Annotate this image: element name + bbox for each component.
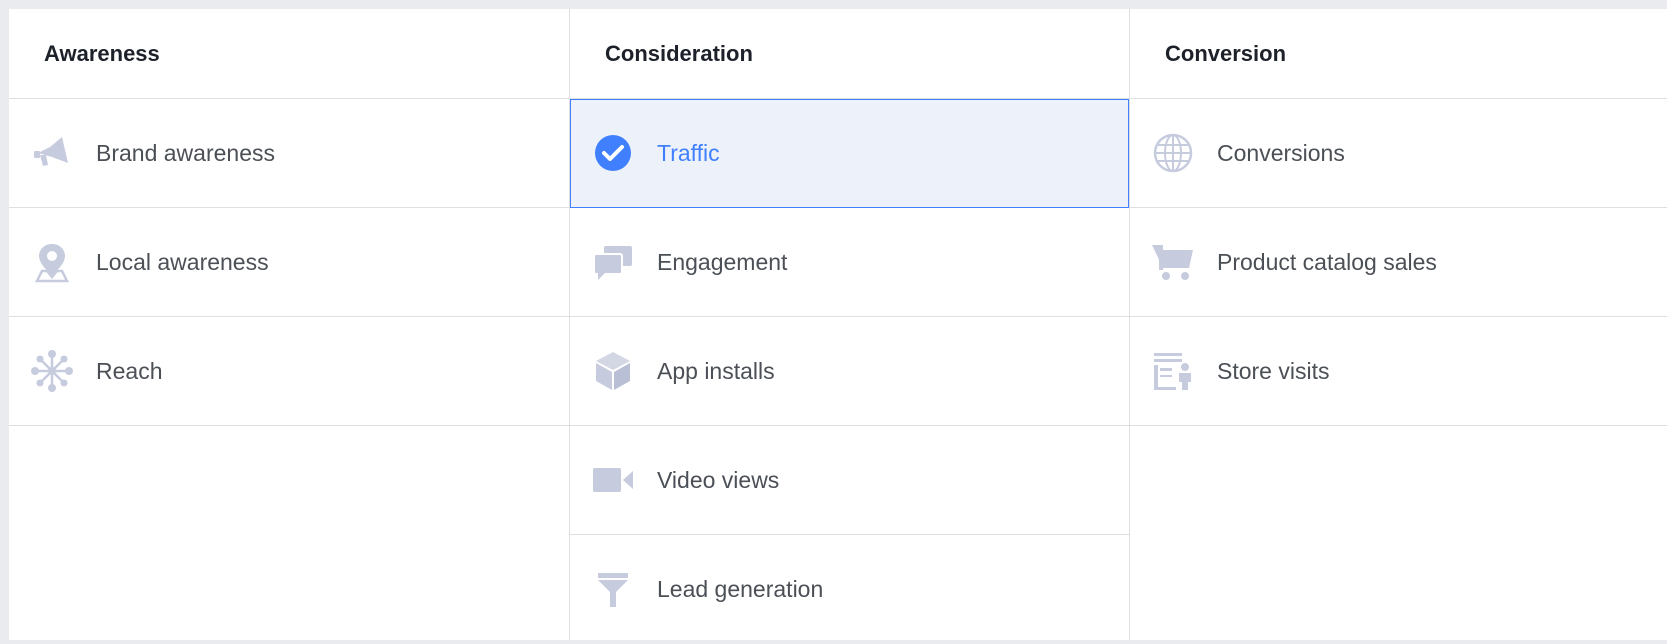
video-camera-icon xyxy=(591,458,635,502)
objective-label: Video views xyxy=(657,466,780,493)
objective-video-views[interactable]: Video views xyxy=(570,426,1129,535)
objective-label: Product catalog sales xyxy=(1217,248,1437,275)
column-conversion: Conversion Conversions Product catalog s… xyxy=(1130,9,1667,640)
funnel-icon xyxy=(591,568,635,612)
objective-label: Conversions xyxy=(1217,139,1345,166)
globe-icon xyxy=(1151,131,1195,175)
objective-local-awareness[interactable]: Local awareness xyxy=(9,208,569,317)
shopping-cart-icon xyxy=(1151,240,1195,284)
box-icon xyxy=(591,349,635,393)
objective-engagement[interactable]: Engagement xyxy=(570,208,1129,317)
column-header-consideration: Consideration xyxy=(570,9,1129,99)
objective-lead-generation[interactable]: Lead generation xyxy=(570,535,1129,644)
objective-brand-awareness[interactable]: Brand awareness xyxy=(9,99,569,208)
objective-label: Reach xyxy=(96,357,163,384)
objective-reach[interactable]: Reach xyxy=(9,317,569,426)
column-header-conversion: Conversion xyxy=(1130,9,1667,99)
objective-product-catalog-sales[interactable]: Product catalog sales xyxy=(1130,208,1667,317)
column-header-awareness: Awareness xyxy=(9,9,569,99)
objective-label: Local awareness xyxy=(96,248,269,275)
objective-app-installs[interactable]: App installs xyxy=(570,317,1129,426)
check-circle-icon xyxy=(591,131,635,175)
objective-store-visits[interactable]: Store visits xyxy=(1130,317,1667,426)
objective-conversions[interactable]: Conversions xyxy=(1130,99,1667,208)
store-icon xyxy=(1151,349,1195,393)
column-consideration: Consideration Traffic Engagement App ins… xyxy=(570,9,1130,640)
map-pin-icon xyxy=(30,240,74,284)
objective-selector: Awareness Brand awareness Local awarenes… xyxy=(9,9,1667,640)
objective-label: App installs xyxy=(657,357,775,384)
column-awareness: Awareness Brand awareness Local awarenes… xyxy=(9,9,570,640)
objective-label: Engagement xyxy=(657,248,788,275)
megaphone-icon xyxy=(30,131,74,175)
objective-label: Traffic xyxy=(657,139,720,166)
objective-traffic[interactable]: Traffic xyxy=(570,99,1129,208)
chat-bubbles-icon xyxy=(591,240,635,284)
network-icon xyxy=(30,349,74,393)
objective-label: Lead generation xyxy=(657,576,824,602)
objective-label: Brand awareness xyxy=(96,139,275,166)
objective-label: Store visits xyxy=(1217,357,1330,384)
